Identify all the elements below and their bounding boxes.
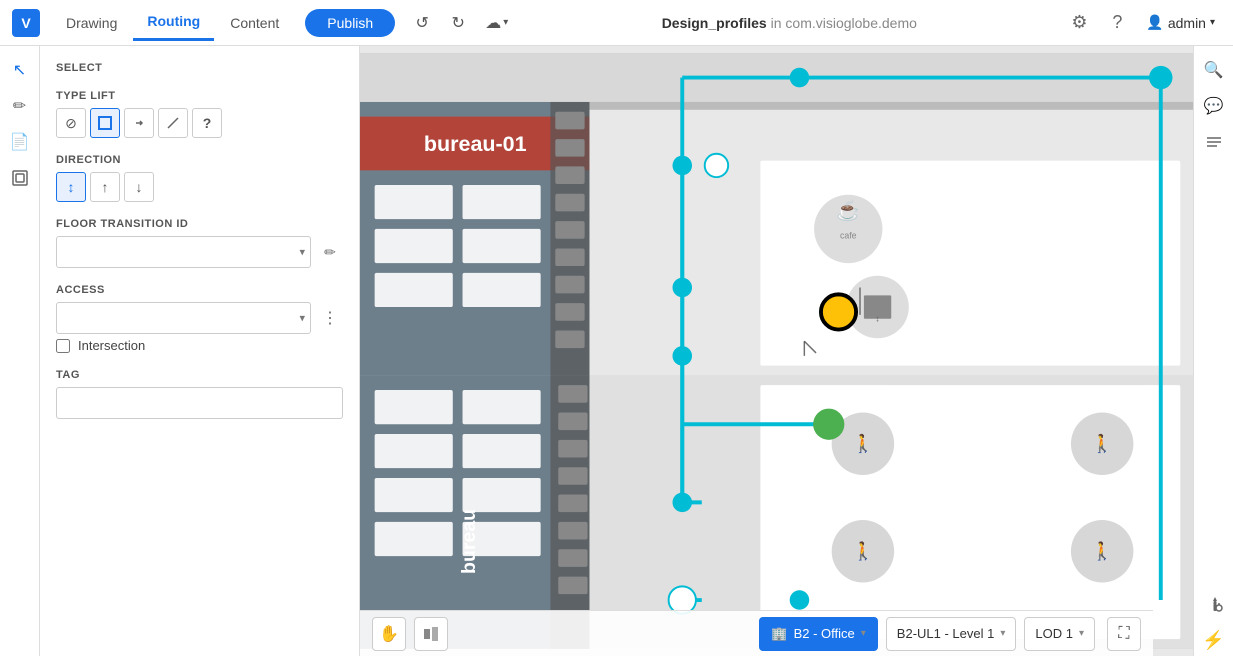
type-lift-buttons: ⊘ ? (56, 108, 343, 138)
map-icon (422, 625, 440, 643)
history-actions: ↺ ↻ ☁ ▾ (407, 8, 514, 38)
app-logo: V (12, 9, 40, 37)
intersection-checkbox[interactable] (56, 339, 70, 353)
svg-text:☕: ☕ (836, 198, 860, 222)
right-icon-bar: 🔍 💬 ⚡ (1193, 46, 1233, 656)
sidebar-panel: SELECT TYPE LIFT ⊘ (40, 46, 360, 656)
floor-transition-section: FLOOR TRANSITION ID ▾ ✏ (56, 218, 343, 268)
svg-text:cafe: cafe (840, 231, 857, 241)
floor-transition-select[interactable] (56, 236, 311, 268)
intersection-label[interactable]: Intersection (78, 338, 145, 353)
tab-content[interactable]: Content (216, 5, 293, 41)
lightning-panel-button[interactable]: ⚡ (1198, 624, 1230, 656)
list-icon (1205, 133, 1223, 151)
link-icon (132, 116, 146, 130)
cloud-button[interactable]: ☁ ▾ (479, 9, 514, 37)
search-panel-button[interactable]: 🔍 (1198, 54, 1230, 86)
help-button[interactable]: ? (1102, 8, 1132, 38)
map-area[interactable]: bureau-01 (360, 46, 1193, 656)
topbar: V Drawing Routing Content Publish ↺ ↻ ☁ … (0, 0, 1233, 46)
project-title: Design_profiles in com.visioglobe.demo (522, 15, 1056, 31)
level-selector-button[interactable]: B2-UL1 - Level 1 ▾ (886, 617, 1017, 651)
svg-text:🚶: 🚶 (1091, 434, 1113, 454)
type-square-button[interactable] (90, 108, 120, 138)
tag-label: TAG (56, 369, 343, 381)
tab-bar: Drawing Routing Content (52, 5, 293, 41)
select-tool-button[interactable]: ↖ (4, 54, 36, 86)
layers-icon (11, 169, 29, 187)
type-block-button[interactable]: ⊘ (56, 108, 86, 138)
select-section: SELECT (56, 62, 343, 74)
floor-dropdown-icon: ▾ (861, 628, 866, 639)
svg-text:🚶: 🚶 (852, 541, 874, 561)
user-name-label: admin (1168, 15, 1206, 31)
access-label: ACCESS (56, 284, 343, 296)
cloud-dropdown-icon: ▾ (503, 17, 508, 28)
direction-section: DIRECTION ↕ ↑ ↓ (56, 154, 343, 202)
access-row: ▾ ⋮ (56, 302, 343, 334)
floor-icon: 🏢 (771, 626, 787, 642)
bottom-toolbar: ✋ 🏢 B2 - Office ▾ B2-UL1 - Level 1 ▾ LOD… (360, 610, 1153, 656)
user-menu-button[interactable]: 👤 admin ▾ (1140, 10, 1221, 35)
hand-tool-button[interactable]: ✋ (372, 617, 406, 651)
direction-both-button[interactable]: ↕ (56, 172, 86, 202)
document-tool-button[interactable]: 📄 (4, 126, 36, 158)
direction-buttons: ↕ ↑ ↓ (56, 172, 343, 202)
access-section: ACCESS ▾ ⋮ Intersection (56, 284, 343, 353)
fullscreen-button[interactable]: ⛶ (1107, 617, 1141, 651)
floor-transition-label: FLOOR TRANSITION ID (56, 218, 343, 230)
diagonal-icon (166, 116, 180, 130)
level-label: B2-UL1 - Level 1 (897, 626, 995, 641)
type-diagonal-button[interactable] (158, 108, 188, 138)
map-canvas[interactable]: bureau-01 (360, 46, 1193, 656)
direction-down-button[interactable]: ↓ (124, 172, 154, 202)
direction-label: DIRECTION (56, 154, 343, 166)
type-lift-label: TYPE LIFT (56, 90, 343, 102)
floor-selector-button[interactable]: 🏢 B2 - Office ▾ (759, 617, 877, 651)
undo-button[interactable]: ↺ (407, 8, 437, 38)
type-info-button[interactable]: ? (192, 108, 222, 138)
floor-transition-edit-button[interactable]: ✏ (317, 239, 343, 265)
lod-label: LOD 1 (1035, 626, 1073, 641)
lod-dropdown-icon: ▾ (1079, 628, 1084, 639)
draw-tool-button[interactable]: ✏ (4, 90, 36, 122)
topbar-right: ⚙ ? 👤 admin ▾ (1064, 8, 1221, 38)
redo-button[interactable]: ↻ (443, 8, 473, 38)
select-label: SELECT (56, 62, 343, 74)
tab-routing[interactable]: Routing (133, 5, 214, 41)
publish-button[interactable]: Publish (305, 9, 395, 37)
list-panel-button[interactable] (1198, 126, 1230, 158)
intersection-row: Intersection (56, 338, 343, 353)
tools-icon (1205, 595, 1223, 613)
level-dropdown-icon: ▾ (1000, 628, 1005, 639)
svg-text:🚶: 🚶 (852, 434, 874, 454)
access-select[interactable] (56, 302, 311, 334)
layers-tool-button[interactable] (4, 162, 36, 194)
map-tool-button[interactable] (414, 617, 448, 651)
floor-transition-wrapper: ▾ ✏ (56, 236, 343, 268)
settings-button[interactable]: ⚙ (1064, 8, 1094, 38)
lod-selector-button[interactable]: LOD 1 ▾ (1024, 617, 1095, 651)
direction-up-button[interactable]: ↑ (90, 172, 120, 202)
tab-drawing[interactable]: Drawing (52, 5, 131, 41)
svg-text:🚶: 🚶 (1091, 541, 1113, 561)
tools-panel-button[interactable] (1198, 588, 1230, 620)
tag-section: TAG (56, 369, 343, 419)
user-avatar-icon: 👤 (1146, 14, 1163, 31)
type-lift-section: TYPE LIFT ⊘ ? (56, 90, 343, 138)
type-link-button[interactable] (124, 108, 154, 138)
main-layout: ↖ ✏ 📄 SELECT TYPE LIFT ⊘ (0, 46, 1233, 656)
left-icon-bar: ↖ ✏ 📄 (0, 46, 40, 656)
bureau01-label: bureau-01 (424, 132, 527, 156)
svg-text:↕: ↕ (875, 314, 879, 324)
user-dropdown-icon: ▾ (1210, 17, 1215, 28)
cloud-icon: ☁ (485, 13, 501, 33)
access-more-button[interactable]: ⋮ (317, 305, 343, 331)
comment-panel-button[interactable]: 💬 (1198, 90, 1230, 122)
tag-input[interactable] (56, 387, 343, 419)
floor-label: B2 - Office (794, 626, 855, 641)
square-icon (98, 116, 112, 130)
